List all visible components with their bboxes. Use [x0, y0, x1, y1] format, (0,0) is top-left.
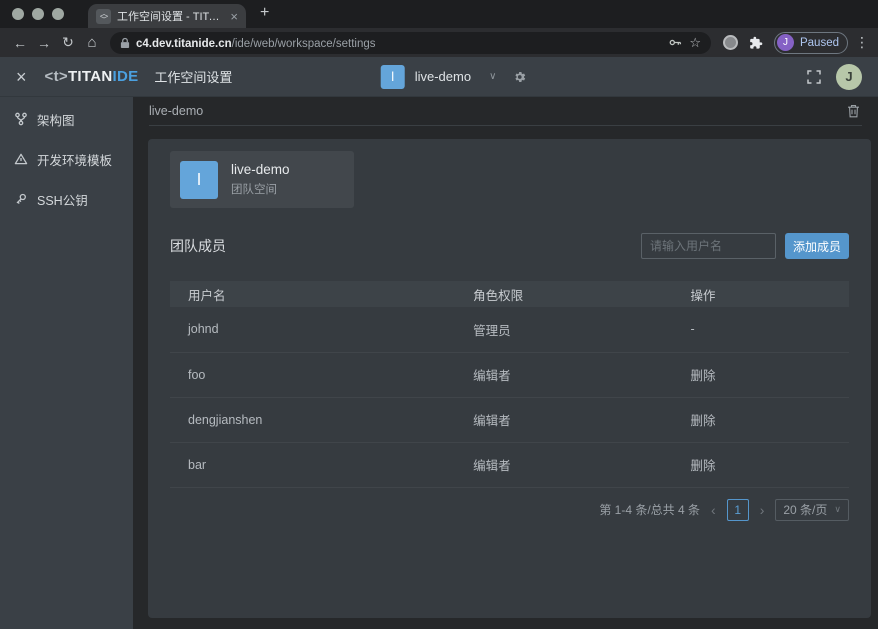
col-role: 角色权限 [455, 281, 672, 307]
page-next-icon[interactable]: › [758, 503, 767, 517]
col-actions: 操作 [672, 281, 849, 307]
delete-member-link[interactable]: 删除 [672, 397, 849, 442]
extensions-puzzle-icon[interactable] [749, 36, 763, 50]
sidebar-item-label: 开发环境模板 [37, 150, 112, 169]
cell-role: 编辑者 [455, 352, 672, 397]
cell-role: 编辑者 [455, 397, 672, 442]
app-body: 架构图 开发环境模板 SSH公钥 live-demo [0, 97, 878, 629]
back-icon[interactable]: ← [8, 35, 32, 51]
page-size-value: 20 条/页 [783, 501, 827, 518]
page-size-select[interactable]: 20 条/页 ∨ [775, 499, 849, 521]
settings-panel: l live-demo 团队空间 团队成员 添加成员 [148, 139, 871, 618]
tab-close-icon[interactable]: × [230, 9, 238, 24]
table-row: johnd 管理员 - [170, 307, 849, 352]
sidebar-item-label: SSH公钥 [37, 190, 88, 209]
app-close-icon[interactable]: × [16, 68, 27, 86]
breadcrumb: live-demo [149, 104, 203, 118]
new-tab-button[interactable]: + [260, 4, 269, 22]
delete-member-link[interactable]: 删除 [672, 442, 849, 487]
browser-profile-button[interactable]: J Paused [774, 32, 848, 54]
template-triangle-icon [14, 152, 28, 166]
titanide-logo: <t>TITANIDE [45, 68, 139, 85]
main-content: live-demo l live-demo 团队空间 团队成员 [133, 97, 878, 629]
workspace-card-type: 团队空间 [231, 181, 290, 197]
tab-favicon-code-icon: <> [96, 9, 111, 24]
password-key-icon[interactable] [668, 35, 683, 50]
members-section-title: 团队成员 [170, 236, 226, 256]
workspace-switcher[interactable]: l live-demo ∨ [381, 65, 527, 89]
cell-username: johnd [170, 307, 455, 352]
sidebar-item-dev-templates[interactable]: 开发环境模板 [0, 139, 133, 179]
browser-window: <> 工作空间设置 - TITANIDE × + ← → ↻ ⌂ c4.dev.… [0, 0, 878, 629]
pagination: 第 1-4 条/总共 4 条 ‹ 1 › 20 条/页 ∨ [170, 499, 849, 521]
bookmark-star-icon[interactable]: ☆ [689, 35, 701, 51]
browser-tab[interactable]: <> 工作空间设置 - TITANIDE × [88, 4, 246, 28]
add-member-button[interactable]: 添加成员 [785, 233, 849, 259]
forward-icon[interactable]: → [32, 35, 56, 51]
cell-username: dengjianshen [170, 397, 455, 442]
browser-tabbar: <> 工作空间设置 - TITANIDE × + [0, 0, 878, 28]
ssh-key-icon [14, 192, 28, 206]
delete-member-link[interactable]: 删除 [672, 352, 849, 397]
sync-paused-label: Paused [800, 37, 839, 49]
members-table: 用户名 角色权限 操作 johnd 管理员 - foo [170, 281, 849, 488]
page-prev-icon[interactable]: ‹ [709, 503, 718, 517]
page-number-button[interactable]: 1 [727, 499, 749, 521]
table-row: bar 编辑者 删除 [170, 442, 849, 487]
cell-role: 管理员 [455, 307, 672, 352]
workspace-card-avatar: l [180, 161, 218, 199]
cell-action: - [672, 307, 849, 352]
cell-username: foo [170, 352, 455, 397]
profile-avatar: J [777, 34, 794, 51]
extension-avatar-icon[interactable] [723, 35, 738, 50]
pagination-summary: 第 1-4 条/总共 4 条 [599, 501, 700, 518]
header-right-group: J [807, 64, 862, 90]
lock-icon[interactable] [120, 37, 130, 49]
table-header-row: 用户名 角色权限 操作 [170, 281, 849, 307]
workspace-name: live-demo [415, 69, 471, 84]
settings-gear-icon[interactable] [512, 70, 526, 84]
chevron-down-icon[interactable]: ∨ [489, 71, 496, 82]
logo-ide: IDE [112, 68, 138, 85]
select-chevron-icon: ∨ [834, 504, 841, 515]
branch-icon [14, 112, 28, 126]
fullscreen-icon[interactable] [807, 70, 821, 84]
page-title: 工作空间设置 [154, 67, 232, 86]
delete-workspace-trash-icon[interactable] [845, 102, 862, 120]
tab-title: 工作空间设置 - TITANIDE [117, 8, 224, 24]
browser-menu-kebab-icon[interactable]: ⋮ [854, 34, 870, 51]
window-zoom-button[interactable] [52, 8, 64, 20]
browser-toolbar: ← → ↻ ⌂ c4.dev.titanide.cn/ide/web/works… [0, 28, 878, 57]
workspace-card: l live-demo 团队空间 [170, 151, 354, 208]
username-input[interactable] [641, 233, 776, 259]
content-header: live-demo [149, 97, 862, 126]
address-bar[interactable]: c4.dev.titanide.cn/ide/web/workspace/set… [110, 32, 711, 54]
app-header: × <t>TITANIDE 工作空间设置 l live-demo ∨ J [0, 57, 878, 97]
window-minimize-button[interactable] [32, 8, 44, 20]
logo-titan: TITAN [68, 68, 113, 85]
members-toolbar: 团队成员 添加成员 [170, 233, 849, 259]
user-avatar[interactable]: J [836, 64, 862, 90]
sidebar-item-label: 架构图 [37, 110, 75, 129]
url-host: c4.dev.titanide.cn [136, 38, 232, 50]
col-username: 用户名 [170, 281, 455, 307]
url-path: /ide/web/workspace/settings [232, 38, 376, 50]
table-row: foo 编辑者 删除 [170, 352, 849, 397]
cell-role: 编辑者 [455, 442, 672, 487]
workspace-card-info: live-demo 团队空间 [231, 162, 290, 197]
workspace-card-name: live-demo [231, 162, 290, 177]
workspace-avatar: l [381, 65, 405, 89]
sidebar-item-architecture[interactable]: 架构图 [0, 99, 133, 139]
home-icon[interactable]: ⌂ [80, 34, 104, 51]
traffic-lights [0, 8, 74, 28]
cell-username: bar [170, 442, 455, 487]
table-row: dengjianshen 编辑者 删除 [170, 397, 849, 442]
reload-icon[interactable]: ↻ [56, 34, 80, 51]
logo-bracket: <t> [45, 68, 68, 85]
sidebar-item-ssh-keys[interactable]: SSH公钥 [0, 179, 133, 219]
sidebar: 架构图 开发环境模板 SSH公钥 [0, 97, 133, 629]
window-close-button[interactable] [12, 8, 24, 20]
